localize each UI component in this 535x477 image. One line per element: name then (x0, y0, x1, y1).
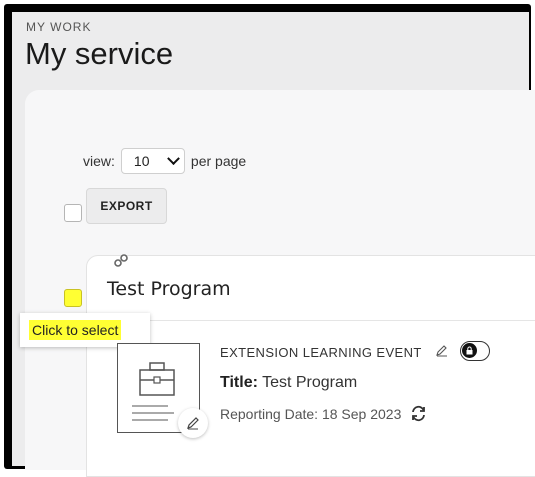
reporting-date-value: 18 Sep 2023 (321, 405, 402, 422)
edit-event-icon[interactable] (436, 344, 448, 357)
title-value: Test Program (262, 374, 358, 391)
export-button[interactable]: EXPORT (86, 188, 167, 224)
section-eyebrow: MY WORK (26, 20, 92, 34)
reporting-date-line: Reporting Date: 18 Sep 2023 (220, 405, 427, 422)
event-title-line: Title: Test Program (220, 374, 357, 392)
per-page-suffix: per page (190, 153, 247, 169)
event-type-label: EXTENSION LEARNING EVENT (220, 345, 422, 360)
pagination-control: view: 10 per page (83, 148, 246, 174)
tooltip-text: Click to select (29, 320, 122, 340)
lock-toggle[interactable] (460, 341, 490, 361)
chevron-down-icon (167, 151, 180, 165)
program-title: Test Program (107, 278, 231, 300)
pencil-icon (187, 417, 199, 430)
program-divider (86, 320, 535, 321)
title-label: Title: (220, 374, 258, 391)
per-page-select[interactable]: 10 (120, 148, 185, 174)
link-icon (114, 254, 128, 267)
page-title: My service (25, 36, 174, 71)
reporting-date-label: Reporting Date: (220, 405, 319, 422)
select-all-checkbox[interactable] (64, 204, 82, 222)
view-label: view: (83, 153, 115, 169)
program-select-checkbox[interactable] (64, 289, 82, 307)
lock-icon (462, 343, 477, 358)
edit-thumbnail-button[interactable] (178, 408, 208, 438)
refresh-icon[interactable] (410, 405, 427, 422)
per-page-value: 10 (133, 153, 150, 169)
